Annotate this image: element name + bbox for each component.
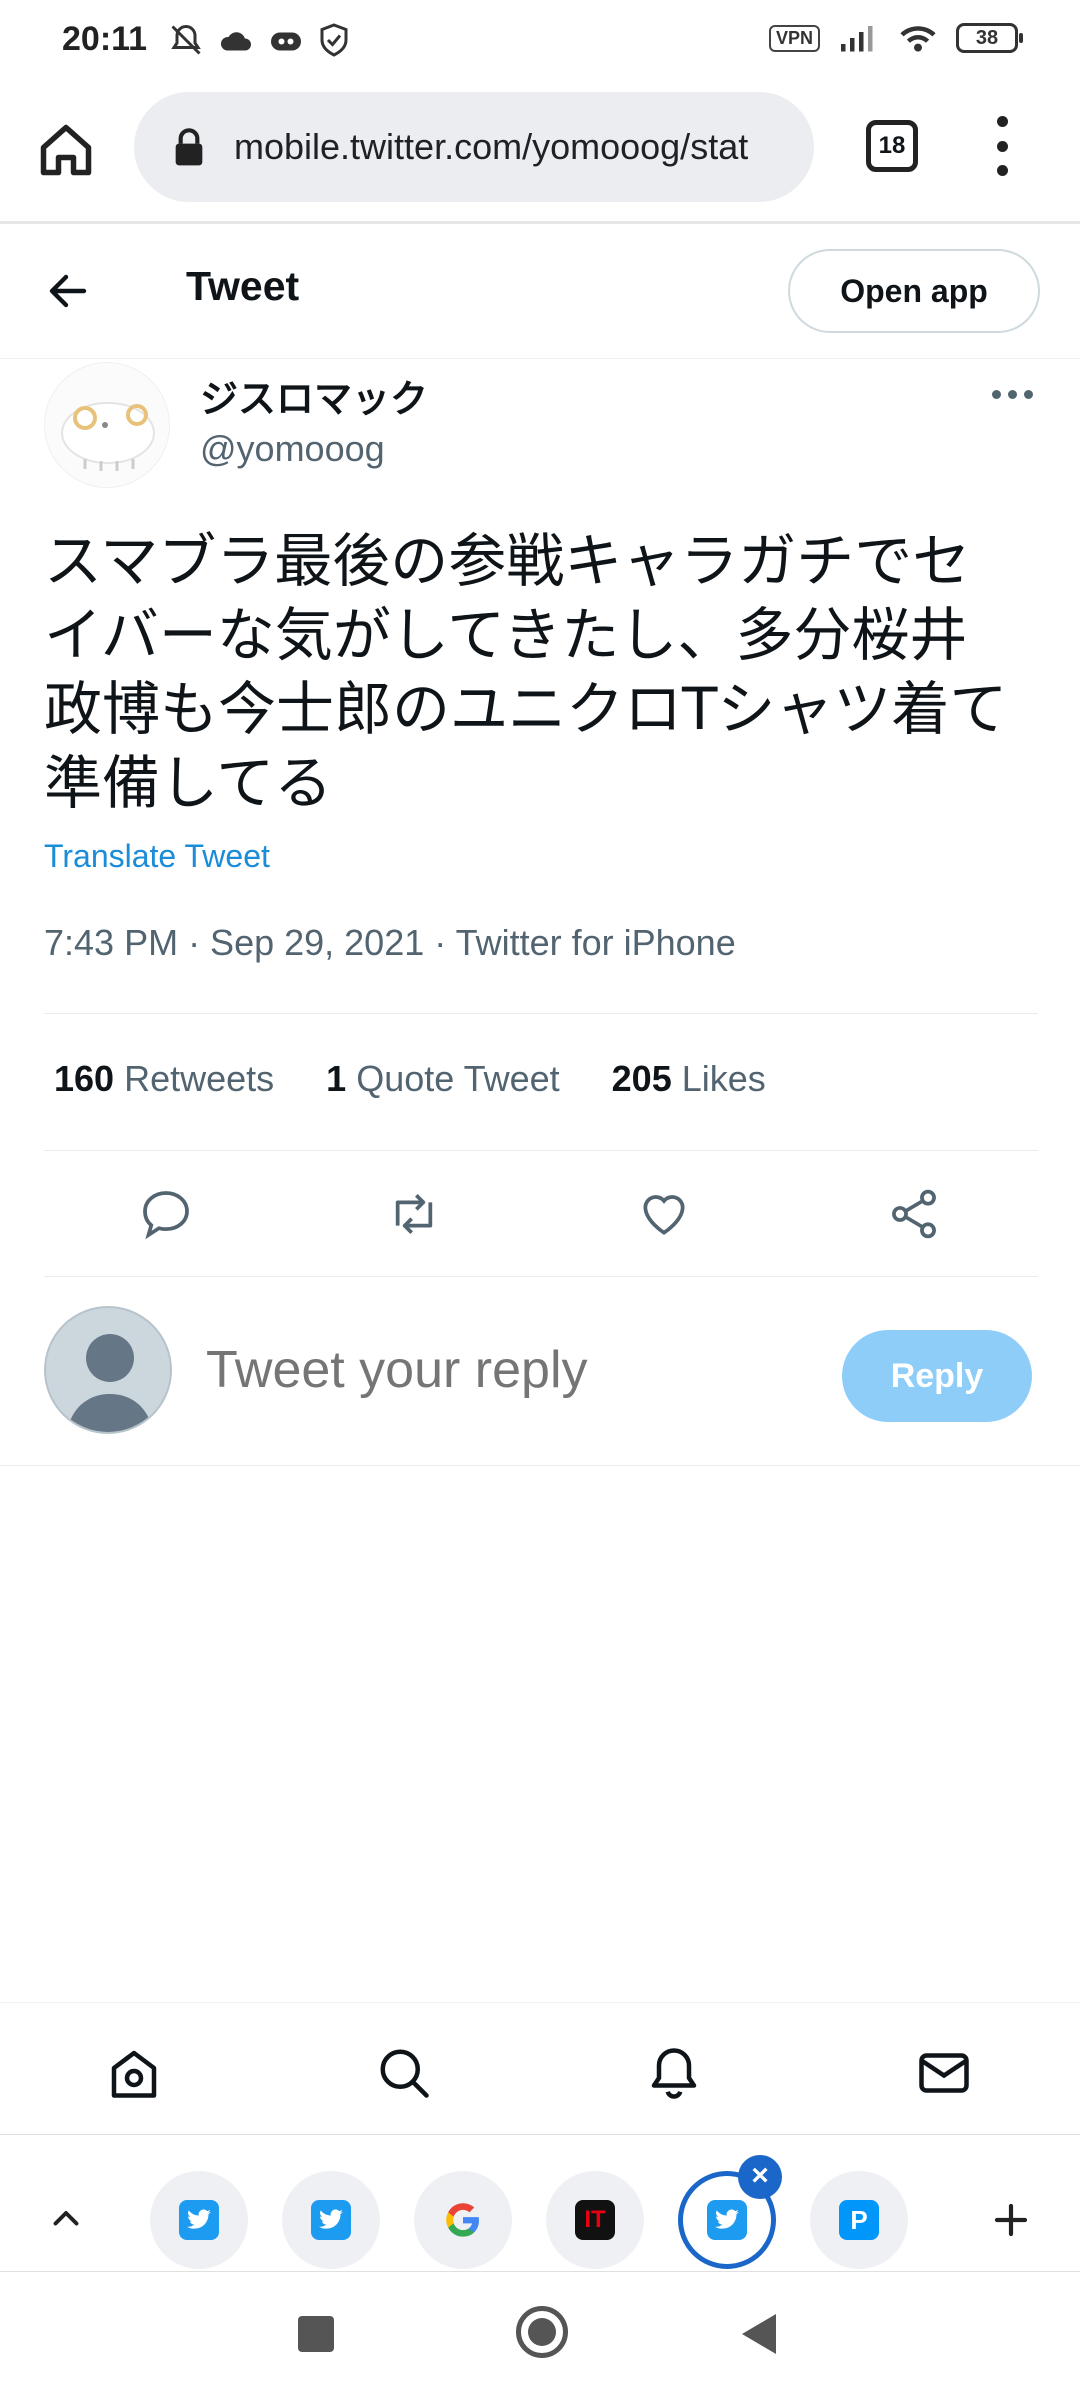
retweet-icon[interactable] [386,1186,442,1242]
home-icon[interactable] [104,2043,164,2103]
likes-stat[interactable]: 205 Likes [612,1058,766,1100]
share-icon[interactable] [886,1186,942,1242]
quote-label: Quote Tweet [356,1058,560,1099]
divider [0,1465,1080,1466]
cloud-icon [220,32,251,51]
tab-twitter-2[interactable] [282,2171,380,2269]
display-name[interactable]: ジスロマック [200,368,428,423]
tweet-text: スマブラ最後の参戦キャラガチでセイバーな気がしてきたし、多分桜井政博も今士郎のユ… [44,527,1008,817]
system-navigation-bar [0,2272,1080,2400]
notifications-icon[interactable] [644,2043,704,2103]
tab-itmedia[interactable]: IT [546,2171,644,2269]
new-tab-icon[interactable] [990,2199,1032,2241]
collapse-tabs-icon[interactable] [48,2201,84,2237]
more-options-icon[interactable] [992,390,1033,399]
clock: 20:11 [62,20,148,58]
browser-toolbar: mobile.twitter.com/yomooog/stat 18 [0,84,1080,224]
twitter-bottom-nav [0,2002,1080,2134]
retweets-label: Retweets [124,1058,275,1099]
divider [44,1013,1038,1014]
pixiv-favicon: P [839,2200,879,2240]
itmedia-favicon: IT [575,2200,615,2240]
back-arrow-icon[interactable] [44,267,92,315]
reply-input[interactable] [206,1340,806,1400]
recents-icon[interactable] [298,2316,334,2352]
avatar[interactable] [44,362,170,488]
twitter-header: Tweet Open app [0,227,1080,359]
browser-tab-strip: IT × P [0,2134,1080,2272]
lock-icon [175,128,203,166]
google-favicon [446,2203,479,2237]
translate-tweet-link[interactable]: Translate Tweet [44,838,270,875]
bell-muted-icon [171,24,201,55]
retweets-count: 160 [54,1058,115,1099]
browser-home-icon[interactable] [36,120,96,180]
tweet-stats: 160 Retweets 1 Quote Tweet 205 Likes [54,1058,766,1100]
tweet-actions [44,1176,1038,1252]
likes-label: Likes [681,1058,766,1099]
like-icon[interactable] [636,1186,692,1242]
system-indicators: VPN 38 [768,22,1023,54]
reply-button[interactable]: Reply [842,1330,1032,1422]
system-back-icon[interactable] [742,2314,776,2354]
messages-icon[interactable] [914,2043,974,2103]
search-icon[interactable] [374,2043,434,2103]
likes-count: 205 [611,1058,672,1099]
wifi-icon [900,26,936,52]
open-app-button[interactable]: Open app [788,249,1040,333]
reply-icon[interactable] [138,1186,194,1242]
reply-avatar [44,1306,172,1434]
twitter-favicon [179,2200,219,2240]
shield-icon [320,23,348,57]
url-text: mobile.twitter.com/yomooog/stat [234,126,749,167]
sheep-avatar-image [61,402,155,471]
browser-menu-icon[interactable] [990,116,1014,176]
vpn-icon: VPN [768,24,820,52]
status-bar: 20:11 VPN 38 [0,0,1080,84]
tab-twitter-1[interactable] [150,2171,248,2269]
twitter-favicon [311,2200,351,2240]
divider [44,1276,1038,1277]
retweets-stat[interactable]: 160 Retweets [54,1058,274,1100]
user-handle[interactable]: @yomooog [200,428,385,470]
tab-switcher-button[interactable]: 18 [866,120,918,172]
system-home-icon[interactable] [516,2306,568,2358]
notification-icons [168,22,350,58]
app-notification-icon [271,32,301,51]
tab-google[interactable] [414,2171,512,2269]
divider [44,1150,1038,1151]
default-avatar-icon [66,1334,154,1432]
signal-icon [841,26,873,52]
tweet-timestamp[interactable]: 7:43 PM · Sep 29, 2021 · Twitter for iPh… [44,922,736,964]
quote-count: 1 [326,1058,347,1099]
page-title: Tweet [186,263,300,309]
close-tab-icon[interactable]: × [738,2155,782,2199]
quote-tweets-stat[interactable]: 1 Quote Tweet [326,1058,560,1100]
address-bar[interactable]: mobile.twitter.com/yomooog/stat [134,92,814,202]
tab-pixiv[interactable]: P [810,2171,908,2269]
battery-icon: 38 [956,23,1023,53]
twitter-favicon [707,2200,747,2240]
